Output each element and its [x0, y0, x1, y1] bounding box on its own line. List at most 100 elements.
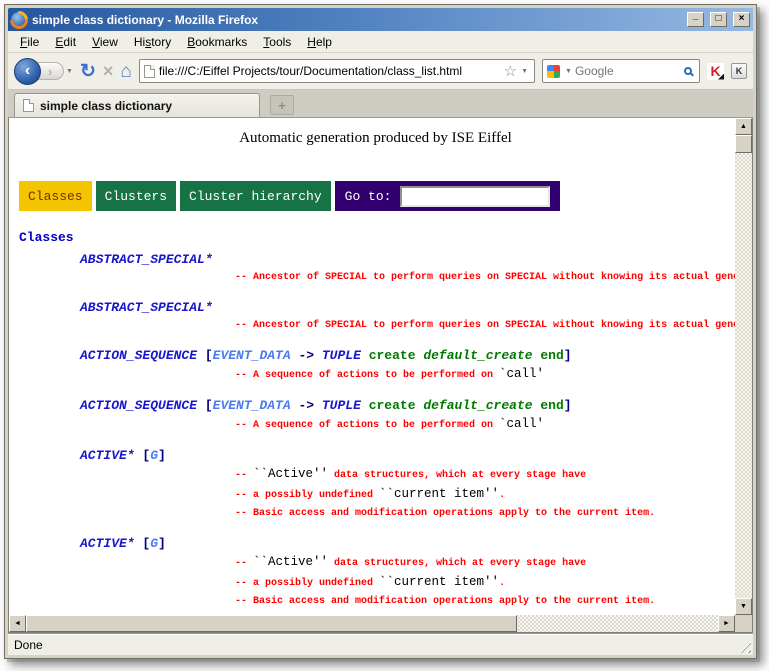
goto-input[interactable]: [400, 186, 550, 207]
code-segment: create: [369, 398, 416, 413]
class-signature: ACTION_SEQUENCE [EVENT_DATA -> TUPLE cre…: [16, 347, 735, 365]
code-segment: -- Ancestor of SPECIAL to perform querie…: [235, 320, 735, 331]
class-entry: ABSTRACT_SPECIAL*-- Ancestor of SPECIAL …: [16, 251, 735, 287]
clusters-button[interactable]: Clusters: [96, 181, 176, 211]
class-link[interactable]: TUPLE: [322, 398, 361, 413]
back-forward-cluster: ‹ › ▼: [14, 58, 73, 85]
code-segment: `call': [499, 417, 544, 431]
class-signature: ABSTRACT_SPECIAL*: [16, 299, 735, 317]
code-segment: [: [197, 398, 213, 413]
code-segment: .: [499, 578, 505, 589]
code-segment: `call': [499, 367, 544, 381]
code-segment: --: [235, 558, 253, 569]
code-segment: EVENT_DATA: [213, 398, 291, 413]
class-link[interactable]: ACTIVE*: [80, 536, 135, 551]
tab-strip: simple class dictionary +: [8, 90, 753, 118]
code-segment: ->: [291, 348, 322, 363]
code-segment: data structures, which at every stage ha…: [328, 470, 586, 481]
scroll-up-icon[interactable]: ▲: [735, 118, 752, 135]
code-segment: -- A sequence of actions to be performed…: [235, 370, 499, 381]
status-bar: Done: [8, 633, 753, 655]
keyboard-key-icon[interactable]: K: [731, 63, 747, 79]
search-box[interactable]: ▼: [542, 59, 700, 83]
class-entry: ACTION_SEQUENCE [EVENT_DATA -> TUPLE cre…: [16, 397, 735, 435]
code-segment: default_create: [423, 348, 532, 363]
classes-section-title: Classes: [16, 229, 735, 247]
url-input[interactable]: [159, 64, 500, 78]
code-segment: ]: [564, 348, 572, 363]
horizontal-scroll-track[interactable]: [26, 615, 718, 632]
code-segment: end: [540, 348, 563, 363]
class-comment: -- Ancestor of SPECIAL to perform querie…: [16, 317, 735, 335]
goto-box: Go to:: [335, 181, 561, 211]
menu-file[interactable]: File: [12, 32, 47, 52]
code-segment: -- a possibly undefined: [235, 490, 379, 501]
horizontal-scrollbar[interactable]: ◄ ►: [9, 615, 735, 632]
history-dropdown-icon[interactable]: ▼: [66, 68, 73, 75]
home-icon[interactable]: ⌂: [120, 62, 131, 81]
vertical-scrollbar[interactable]: ▲ ▼: [735, 118, 752, 615]
kaspersky-icon[interactable]: K: [707, 63, 724, 80]
search-engine-dropdown-icon[interactable]: ▼: [565, 68, 572, 75]
maximize-button[interactable]: □: [710, 12, 727, 27]
class-link[interactable]: ACTIVE*: [80, 448, 135, 463]
class-entry: ACTIVE* [G]-- ``Active'' data structures…: [16, 447, 735, 523]
class-link[interactable]: ACTION_SEQUENCE: [80, 398, 197, 413]
google-icon: [547, 65, 560, 78]
menu-view[interactable]: View: [84, 32, 126, 52]
tab-page-icon: [23, 99, 34, 112]
search-icon[interactable]: [684, 67, 692, 75]
classes-button[interactable]: Classes: [19, 181, 92, 211]
code-segment: data structures, which at every stage ha…: [328, 558, 586, 569]
stop-icon[interactable]: ×: [103, 62, 114, 80]
class-link[interactable]: ABSTRACT_SPECIAL*: [80, 252, 213, 267]
code-segment: ``current item'': [379, 487, 499, 501]
document-page: Automatic generation produced by ISE Eif…: [9, 118, 735, 615]
tab-simple-class-dictionary[interactable]: simple class dictionary: [14, 93, 260, 117]
menu-bookmarks[interactable]: Bookmarks: [179, 32, 255, 52]
title-bar[interactable]: simple class dictionary - Mozilla Firefo…: [8, 8, 753, 31]
vertical-scroll-track[interactable]: [735, 135, 752, 598]
class-comment: -- Basic access and modification operati…: [16, 505, 735, 523]
horizontal-scroll-thumb[interactable]: [26, 615, 517, 632]
code-segment: default_create: [423, 398, 532, 413]
browser-window: simple class dictionary - Mozilla Firefo…: [4, 4, 757, 659]
close-button[interactable]: ×: [733, 12, 750, 27]
menu-history[interactable]: History: [126, 32, 179, 52]
search-input[interactable]: [575, 64, 681, 78]
class-link[interactable]: ACTION_SEQUENCE: [80, 348, 197, 363]
code-segment: ->: [291, 398, 322, 413]
class-link[interactable]: ABSTRACT_SPECIAL*: [80, 300, 213, 315]
window-title: simple class dictionary - Mozilla Firefo…: [32, 13, 681, 27]
vertical-scroll-thumb[interactable]: [735, 135, 752, 153]
menu-edit[interactable]: Edit: [47, 32, 84, 52]
bookmark-star-icon[interactable]: ☆: [504, 64, 517, 79]
url-dropdown-icon[interactable]: ▼: [521, 68, 530, 75]
page-content-area: Automatic generation produced by ISE Eif…: [8, 118, 753, 633]
scroll-left-icon[interactable]: ◄: [9, 615, 26, 632]
reload-icon[interactable]: ↻: [80, 62, 96, 81]
scroll-down-icon[interactable]: ▼: [735, 598, 752, 615]
class-comment: -- a possibly undefined ``current item''…: [16, 485, 735, 505]
menu-help[interactable]: Help: [299, 32, 340, 52]
back-button[interactable]: ‹: [14, 58, 41, 85]
code-segment: ``Active'': [253, 467, 328, 481]
resize-grip[interactable]: [738, 640, 751, 653]
cluster-hierarchy-button[interactable]: Cluster hierarchy: [180, 181, 331, 211]
code-segment: ]: [158, 448, 166, 463]
code-segment: --: [235, 470, 253, 481]
new-tab-button[interactable]: +: [270, 95, 294, 115]
firefox-icon: [11, 12, 27, 28]
scroll-right-icon[interactable]: ►: [718, 615, 735, 632]
class-signature: ACTIVE* [G]: [16, 535, 735, 553]
code-segment: .: [499, 490, 505, 501]
class-comment: -- a possibly undefined ``current item''…: [16, 573, 735, 593]
address-bar[interactable]: ☆ ▼: [139, 59, 535, 83]
class-comment: -- Basic access and modification operati…: [16, 593, 735, 611]
minimize-button[interactable]: _: [687, 12, 704, 27]
code-segment: create: [369, 348, 416, 363]
menu-tools[interactable]: Tools: [255, 32, 299, 52]
class-link[interactable]: TUPLE: [322, 348, 361, 363]
code-segment: [361, 398, 369, 413]
code-segment: [: [135, 536, 151, 551]
